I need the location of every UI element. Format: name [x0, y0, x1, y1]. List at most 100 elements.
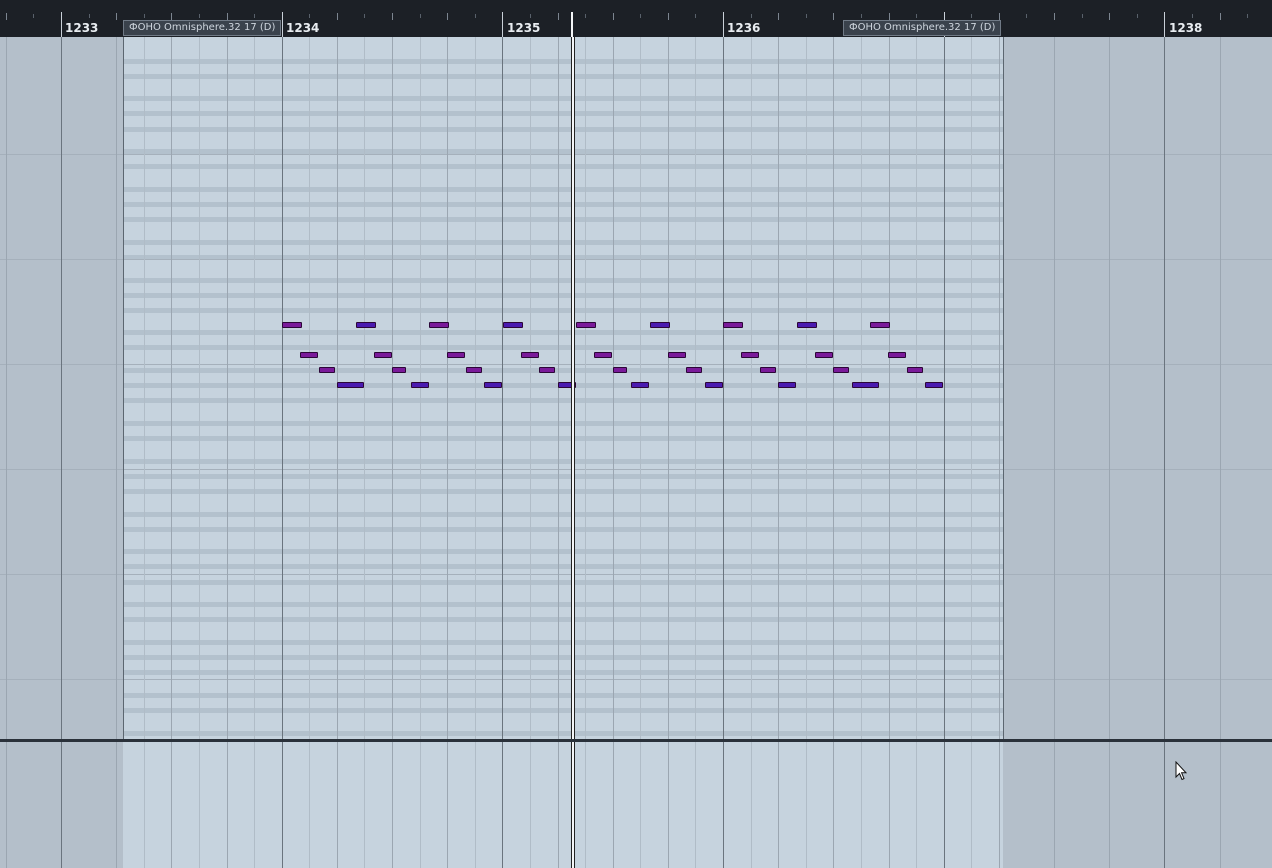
midi-note[interactable]: [374, 352, 392, 358]
midi-note[interactable]: [466, 367, 482, 373]
midi-note[interactable]: [429, 322, 449, 328]
subbeat-line: [254, 742, 255, 868]
midi-note[interactable]: [778, 382, 796, 388]
part-name-tag[interactable]: ФОНО Omnisphere.32 17 (D): [843, 20, 1002, 36]
midi-note[interactable]: [852, 382, 879, 388]
ruler-tick: [1220, 13, 1221, 20]
beat-line: [1109, 742, 1110, 868]
ruler-tick: [171, 13, 172, 20]
midi-note[interactable]: [503, 322, 523, 328]
beat-line: [668, 37, 669, 739]
ruler-tick: [33, 14, 34, 18]
midi-note[interactable]: [576, 322, 596, 328]
midi-note[interactable]: [521, 352, 539, 358]
midi-note[interactable]: [870, 322, 890, 328]
piano-roll-grid[interactable]: [0, 37, 1272, 739]
midi-note[interactable]: [484, 382, 502, 388]
controller-lane[interactable]: [0, 742, 1272, 868]
beat-line: [1054, 37, 1055, 739]
midi-note[interactable]: [337, 382, 364, 388]
beat-line: [833, 742, 834, 868]
bar-line: [944, 742, 945, 868]
midi-note[interactable]: [300, 352, 318, 358]
beat-line: [6, 742, 7, 868]
midi-note[interactable]: [411, 382, 429, 388]
black-key-row: [123, 474, 1003, 479]
midi-note[interactable]: [797, 322, 817, 328]
midi-note[interactable]: [631, 382, 649, 388]
playhead-line[interactable]: [571, 742, 575, 868]
beat-line: [227, 37, 228, 739]
black-key-row: [123, 368, 1003, 373]
bar-line: [61, 37, 62, 739]
midi-note[interactable]: [650, 322, 670, 328]
midi-note[interactable]: [815, 352, 833, 358]
midi-note[interactable]: [705, 382, 723, 388]
black-key-row: [123, 564, 1003, 569]
black-key-row: [123, 398, 1003, 403]
midi-note[interactable]: [888, 352, 906, 358]
playhead-marker[interactable]: [571, 12, 573, 37]
ruler-tick: [392, 13, 393, 20]
ruler-tick: [833, 13, 834, 20]
ruler-tick: [723, 12, 724, 37]
midi-note[interactable]: [760, 367, 776, 373]
subbeat-line: [806, 37, 807, 739]
midi-note[interactable]: [925, 382, 943, 388]
beat-line: [889, 742, 890, 868]
black-key-row: [123, 330, 1003, 335]
midi-note[interactable]: [282, 322, 302, 328]
midi-note[interactable]: [833, 367, 849, 373]
part-name-tag[interactable]: ФОНО Omnisphere.32 17 (D): [123, 20, 282, 36]
midi-note[interactable]: [613, 367, 627, 373]
bar-number-1235: 1235: [507, 21, 541, 35]
octave-line: [0, 154, 1272, 155]
subbeat-line: [364, 742, 365, 868]
controller-part-region: [123, 742, 1003, 868]
bar-line: [282, 742, 283, 868]
beat-line: [668, 742, 669, 868]
subbeat-line: [695, 742, 696, 868]
midi-note[interactable]: [723, 322, 743, 328]
timeline-ruler[interactable]: 1233 1234 1235 1236 1238 ФОНО Omnisphere…: [0, 0, 1272, 37]
midi-note[interactable]: [539, 367, 555, 373]
midi-note[interactable]: [319, 367, 335, 373]
ruler-tick: [971, 14, 972, 18]
ruler-tick: [1247, 14, 1248, 18]
ruler-tick: [668, 13, 669, 20]
black-key-row: [123, 580, 1003, 585]
subbeat-line: [861, 742, 862, 868]
midi-note[interactable]: [392, 367, 406, 373]
beat-line: [778, 37, 779, 739]
beat-line: [116, 37, 117, 739]
subbeat-line: [916, 742, 917, 868]
black-key-row: [123, 74, 1003, 79]
midi-note[interactable]: [356, 322, 376, 328]
midi-note[interactable]: [741, 352, 759, 358]
midi-note[interactable]: [594, 352, 612, 358]
beat-line: [558, 742, 559, 868]
black-key-row: [123, 693, 1003, 698]
ruler-tick: [861, 14, 862, 18]
mouse-pointer-icon: [1175, 761, 1187, 781]
beat-line: [392, 37, 393, 739]
subbeat-line: [475, 37, 476, 739]
black-key-row: [123, 164, 1003, 169]
black-key-row: [123, 655, 1003, 660]
midi-note[interactable]: [907, 367, 923, 373]
black-key-row: [123, 640, 1003, 645]
black-key-row: [123, 489, 1003, 494]
ruler-tick: [1109, 13, 1110, 20]
midi-note[interactable]: [686, 367, 702, 373]
subbeat-line: [751, 37, 752, 739]
playhead-line[interactable]: [571, 37, 575, 739]
ruler-tick: [420, 14, 421, 18]
ruler-tick: [282, 12, 283, 37]
bar-number-1236: 1236: [727, 21, 761, 35]
midi-note[interactable]: [447, 352, 465, 358]
beat-line: [1109, 37, 1110, 739]
black-key-row: [123, 217, 1003, 222]
subbeat-line: [530, 37, 531, 739]
black-key-row: [123, 59, 1003, 64]
midi-note[interactable]: [668, 352, 686, 358]
